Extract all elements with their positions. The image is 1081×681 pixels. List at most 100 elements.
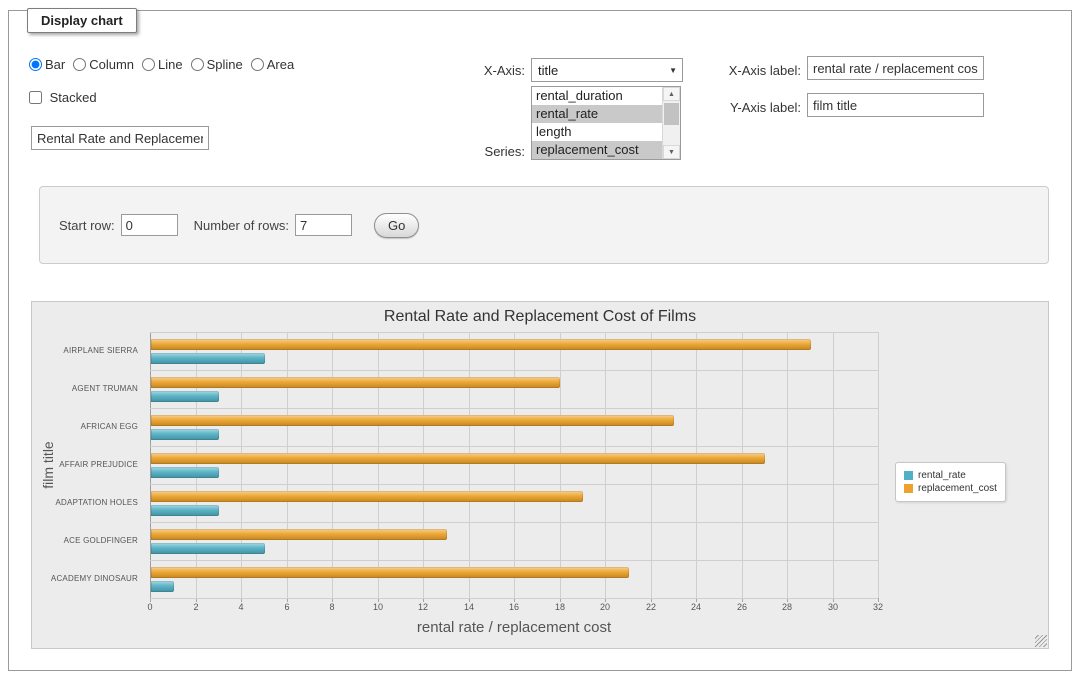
legend-label: rental_rate [918,470,966,481]
chart-type-option-spline[interactable]: Spline [191,57,243,72]
x-tick-label: 22 [646,602,656,612]
vertical-gridline [742,332,743,598]
legend-swatch-icon [904,471,913,480]
chart-type-label: Bar [45,57,65,72]
horizontal-gridline [150,408,878,409]
number-of-rows-label: Number of rows: [194,218,289,233]
category-label: AIRPLANE SIERRA [32,332,138,370]
rows-panel: Start row: Number of rows: Go [39,186,1049,264]
series-multiselect[interactable]: rental_durationrental_ratelengthreplacem… [531,86,681,160]
start-row-label: Start row: [59,218,115,233]
bar-rental_rate [151,505,219,516]
x-tick-label: 10 [373,602,383,612]
chart-type-label: Line [158,57,183,72]
series-option-rental_duration[interactable]: rental_duration [532,87,663,105]
chart-type-radio-spline[interactable] [191,58,204,71]
bar-replacement_cost [151,377,560,388]
vertical-gridline [287,332,288,598]
chart-type-radio-area[interactable] [251,58,264,71]
x-tick-label: 6 [284,602,289,612]
x-tick-label: 18 [555,602,565,612]
horizontal-gridline [150,560,878,561]
vertical-gridline [696,332,697,598]
chart-type-option-bar[interactable]: Bar [29,57,65,72]
legend-item-replacement_cost[interactable]: replacement_cost [904,483,997,494]
vertical-gridline [878,332,879,598]
category-label: ACE GOLDFINGER [32,522,138,560]
x-tick-label: 20 [600,602,610,612]
chart-type-label: Column [89,57,134,72]
chart-title-input[interactable] [31,126,209,150]
series-option-rental_rate[interactable]: rental_rate [532,105,663,123]
bar-rental_rate [151,581,174,592]
y-axis-label-input[interactable] [807,93,984,117]
x-tick-label: 32 [873,602,883,612]
vertical-gridline [651,332,652,598]
category-label: AFRICAN EGG [32,408,138,446]
series-option-length[interactable]: length [532,123,663,141]
chevron-down-icon: ▼ [669,66,677,75]
chart-type-option-area[interactable]: Area [251,57,294,72]
bar-rental_rate [151,429,219,440]
chart-legend: rental_rate replacement_cost [895,462,1006,502]
go-button[interactable]: Go [374,213,419,238]
vertical-gridline [787,332,788,598]
chart-type-radio-bar[interactable] [29,58,42,71]
horizontal-gridline [150,446,878,447]
plot-area [150,332,878,598]
scrollbar[interactable]: ▲ ▼ [662,87,680,159]
legend-item-rental_rate[interactable]: rental_rate [904,470,997,481]
vertical-gridline [833,332,834,598]
bar-replacement_cost [151,415,674,426]
category-label: AGENT TRUMAN [32,370,138,408]
series-option-replacement_cost[interactable]: replacement_cost [532,141,663,159]
x-tick-label: 16 [509,602,519,612]
legend-label: replacement_cost [918,483,997,494]
bar-replacement_cost [151,567,629,578]
category-label: ACADEMY DINOSAUR [32,560,138,598]
x-tick-label: 14 [464,602,474,612]
bar-rental_rate [151,391,219,402]
start-row-input[interactable] [121,214,178,236]
chart-type-radio-group: Bar Column Line Spline Area [29,57,302,72]
x-tick-label: 2 [193,602,198,612]
y-axis-category-labels: AIRPLANE SIERRAAGENT TRUMANAFRICAN EGGAF… [32,332,144,598]
horizontal-gridline [150,370,878,371]
x-tick-label: 12 [418,602,428,612]
stacked-checkbox-row[interactable]: Stacked [29,90,97,105]
bar-rental_rate [151,353,265,364]
stacked-checkbox[interactable] [29,91,42,104]
chart-type-label: Spline [207,57,243,72]
vertical-gridline [150,332,151,598]
number-of-rows-input[interactable] [295,214,352,236]
horizontal-gridline [150,484,878,485]
category-label: AFFAIR PREJUDICE [32,446,138,484]
x-tick-label: 30 [828,602,838,612]
scroll-up-icon[interactable]: ▲ [663,87,680,101]
x-axis-select[interactable]: title ▼ [531,58,683,82]
vertical-gridline [241,332,242,598]
horizontal-gridline [150,522,878,523]
x-tick-label: 8 [329,602,334,612]
horizontal-gridline [150,598,878,599]
series-select-label: Series: [449,144,525,159]
chart-type-radio-line[interactable] [142,58,155,71]
resize-grip-icon[interactable] [1035,635,1047,647]
chart-type-label: Area [267,57,294,72]
stacked-label: Stacked [50,90,97,105]
x-axis-tick-labels: 02468101214161820222426283032 [150,602,878,614]
vertical-gridline [514,332,515,598]
vertical-gridline [560,332,561,598]
scroll-down-icon[interactable]: ▼ [663,145,680,159]
vertical-gridline [469,332,470,598]
vertical-gridline [423,332,424,598]
scrollbar-thumb[interactable] [664,103,679,125]
bar-replacement_cost [151,339,811,350]
chart-type-option-column[interactable]: Column [73,57,134,72]
chart-type-radio-column[interactable] [73,58,86,71]
bar-replacement_cost [151,453,765,464]
chart-type-option-line[interactable]: Line [142,57,183,72]
x-tick-label: 24 [691,602,701,612]
x-axis-label-input[interactable] [807,56,984,80]
x-axis-label-field-label: X-Axis label: [721,63,801,78]
